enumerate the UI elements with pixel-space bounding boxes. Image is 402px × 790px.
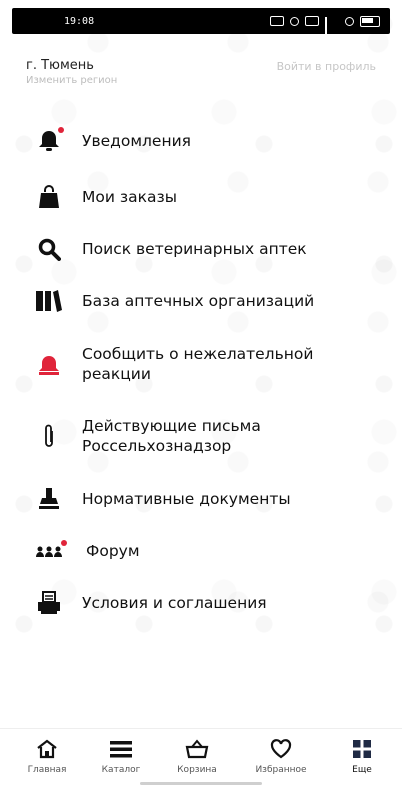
label-line: Сообщить о нежелательной [82, 345, 314, 363]
menu-item-notifications[interactable]: Уведомления [34, 126, 374, 156]
wifi-icon [345, 16, 354, 26]
menu-item-label: Условия и соглашения [82, 594, 267, 612]
nav-cart[interactable]: Корзина [162, 735, 232, 775]
menu-item-label: Форум [86, 542, 140, 560]
sim-icon [305, 16, 319, 26]
bell-icon [34, 126, 64, 156]
label-line: Россельхознадзор [82, 437, 232, 455]
menu-item-label: Уведомления [82, 132, 191, 150]
status-icons [270, 15, 380, 40]
status-time: 19:08 [64, 15, 95, 27]
location-header: г. Тюмень Изменить регион Войти в профил… [26, 58, 376, 86]
menu-item-label: Сообщить о нежелательной реакции [82, 344, 313, 384]
menu-item-regulatory-docs[interactable]: Нормативные документы [34, 484, 374, 514]
basket-icon [162, 735, 232, 763]
menu-item-label: База аптечных организаций [82, 292, 315, 310]
binders-icon [34, 286, 64, 316]
home-indicator [140, 782, 262, 785]
login-link[interactable]: Войти в профиль [277, 60, 376, 73]
menu-item-pharmacy-database[interactable]: База аптечных организаций [34, 286, 374, 316]
grid-icon [330, 735, 394, 763]
label-line: Действующие письма [82, 417, 261, 435]
shopping-bag-icon [34, 182, 64, 212]
home-icon [12, 735, 82, 763]
battery-icon [360, 15, 380, 27]
nav-label: Избранное [255, 765, 307, 775]
paperclip-icon [34, 422, 64, 452]
stamp-icon [34, 484, 64, 514]
menu-item-forum[interactable]: Форум [34, 536, 374, 566]
menu-item-label: Действующие письма Россельхознадзор [82, 416, 261, 456]
status-bar: 19:08 [12, 8, 390, 40]
change-region-link[interactable]: Изменить регион [26, 75, 376, 86]
nav-label: Главная [27, 765, 67, 775]
label-line: реакции [82, 365, 151, 383]
menu-item-search-pharmacies[interactable]: Поиск ветеринарных аптек [34, 234, 374, 264]
nav-favorites[interactable]: Избранное [246, 735, 316, 775]
menu-lines-icon [86, 735, 156, 763]
badge-dot [58, 127, 64, 133]
notification-icon [270, 16, 284, 26]
menu-item-terms[interactable]: Условия и соглашения [34, 588, 374, 618]
menu-item-current-letters[interactable]: Действующие письма Россельхознадзор [34, 416, 374, 456]
nav-label: Каталог [101, 765, 141, 775]
nav-home[interactable]: Главная [12, 735, 82, 775]
search-icon [34, 234, 64, 264]
signal-icon [325, 17, 339, 40]
bottom-nav: Главная Каталог Корзина Избранное Еще [0, 728, 402, 790]
menu-item-label: Поиск ветеринарных аптек [82, 240, 307, 258]
heart-icon [246, 735, 316, 763]
nav-label: Корзина [177, 765, 217, 775]
nav-more[interactable]: Еще [330, 735, 394, 775]
app-screen: 19:08 г. Тюмень Изменить регион Войти в … [0, 0, 402, 790]
menu-item-report-reaction[interactable]: Сообщить о нежелательной реакции [34, 344, 374, 384]
menu-item-label: Нормативные документы [82, 490, 291, 508]
alarm-bell-icon [34, 350, 64, 380]
badge-dot [61, 540, 67, 546]
alarm-icon [290, 16, 299, 26]
menu-item-my-orders[interactable]: Мои заказы [34, 182, 374, 212]
printer-document-icon [34, 588, 64, 618]
nav-catalog[interactable]: Каталог [86, 735, 156, 775]
people-icon [34, 536, 67, 566]
nav-label: Еще [352, 765, 372, 775]
menu-item-label: Мои заказы [82, 188, 177, 206]
